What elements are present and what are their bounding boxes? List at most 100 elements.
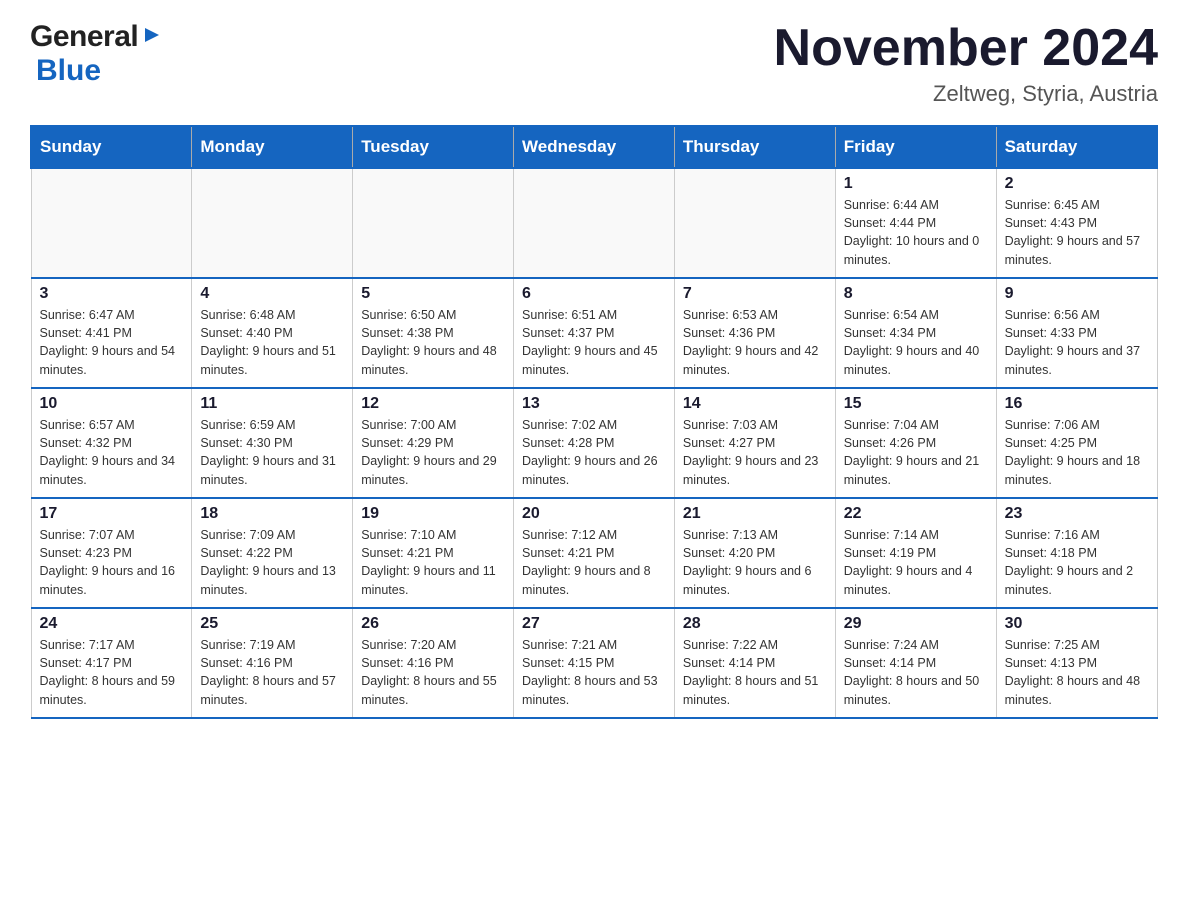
day-info: Sunrise: 7:14 AMSunset: 4:19 PMDaylight:… bbox=[844, 526, 988, 599]
title-block: November 2024 Zeltweg, Styria, Austria bbox=[774, 20, 1158, 107]
day-info: Sunrise: 6:56 AMSunset: 4:33 PMDaylight:… bbox=[1005, 306, 1149, 379]
day-number: 19 bbox=[361, 505, 505, 523]
table-row: 18 Sunrise: 7:09 AMSunset: 4:22 PMDayligh… bbox=[192, 498, 353, 608]
day-info: Sunrise: 7:07 AMSunset: 4:23 PMDaylight:… bbox=[40, 526, 184, 599]
day-info: Sunrise: 6:54 AMSunset: 4:34 PMDaylight:… bbox=[844, 306, 988, 379]
table-row: 10 Sunrise: 6:57 AMSunset: 4:32 PMDayligh… bbox=[31, 388, 192, 498]
table-row: 28 Sunrise: 7:22 AMSunset: 4:14 PMDayligh… bbox=[674, 608, 835, 718]
day-info: Sunrise: 6:51 AMSunset: 4:37 PMDaylight:… bbox=[522, 306, 666, 379]
table-row: 9 Sunrise: 6:56 AMSunset: 4:33 PMDaylight… bbox=[996, 278, 1157, 388]
day-number: 2 bbox=[1005, 175, 1149, 193]
day-info: Sunrise: 6:53 AMSunset: 4:36 PMDaylight:… bbox=[683, 306, 827, 379]
table-row: 22 Sunrise: 7:14 AMSunset: 4:19 PMDayligh… bbox=[835, 498, 996, 608]
day-info: Sunrise: 7:12 AMSunset: 4:21 PMDaylight:… bbox=[522, 526, 666, 599]
table-row bbox=[31, 168, 192, 278]
table-row: 17 Sunrise: 7:07 AMSunset: 4:23 PMDayligh… bbox=[31, 498, 192, 608]
day-info: Sunrise: 7:04 AMSunset: 4:26 PMDaylight:… bbox=[844, 416, 988, 489]
logo-blue-text: Blue bbox=[36, 54, 101, 88]
day-info: Sunrise: 6:48 AMSunset: 4:40 PMDaylight:… bbox=[200, 306, 344, 379]
table-row: 16 Sunrise: 7:06 AMSunset: 4:25 PMDayligh… bbox=[996, 388, 1157, 498]
day-info: Sunrise: 7:03 AMSunset: 4:27 PMDaylight:… bbox=[683, 416, 827, 489]
day-number: 12 bbox=[361, 395, 505, 413]
day-number: 25 bbox=[200, 615, 344, 633]
day-info: Sunrise: 7:20 AMSunset: 4:16 PMDaylight:… bbox=[361, 636, 505, 709]
day-number: 9 bbox=[1005, 285, 1149, 303]
day-info: Sunrise: 7:02 AMSunset: 4:28 PMDaylight:… bbox=[522, 416, 666, 489]
day-number: 17 bbox=[40, 505, 184, 523]
logo: General Blue bbox=[30, 20, 163, 88]
day-number: 16 bbox=[1005, 395, 1149, 413]
day-info: Sunrise: 7:21 AMSunset: 4:15 PMDaylight:… bbox=[522, 636, 666, 709]
day-number: 3 bbox=[40, 285, 184, 303]
calendar-header-row: Sunday Monday Tuesday Wednesday Thursday… bbox=[31, 126, 1157, 168]
day-number: 26 bbox=[361, 615, 505, 633]
table-row: 8 Sunrise: 6:54 AMSunset: 4:34 PMDaylight… bbox=[835, 278, 996, 388]
day-number: 4 bbox=[200, 285, 344, 303]
table-row: 21Sunrise: 7:13 AMSunset: 4:20 PMDayligh… bbox=[674, 498, 835, 608]
day-number: 13 bbox=[522, 395, 666, 413]
col-saturday: Saturday bbox=[996, 126, 1157, 168]
logo-arrow-icon bbox=[141, 24, 163, 51]
col-wednesday: Wednesday bbox=[514, 126, 675, 168]
day-number: 20 bbox=[522, 505, 666, 523]
col-monday: Monday bbox=[192, 126, 353, 168]
day-number: 7 bbox=[683, 285, 827, 303]
table-row: 6 Sunrise: 6:51 AMSunset: 4:37 PMDaylight… bbox=[514, 278, 675, 388]
day-number: 8 bbox=[844, 285, 988, 303]
table-row: 26 Sunrise: 7:20 AMSunset: 4:16 PMDayligh… bbox=[353, 608, 514, 718]
day-info: Sunrise: 7:16 AMSunset: 4:18 PMDaylight:… bbox=[1005, 526, 1149, 599]
calendar-week-row: 1 Sunrise: 6:44 AMSunset: 4:44 PMDaylight… bbox=[31, 168, 1157, 278]
table-row: 14 Sunrise: 7:03 AMSunset: 4:27 PMDayligh… bbox=[674, 388, 835, 498]
day-info: Sunrise: 7:17 AMSunset: 4:17 PMDaylight:… bbox=[40, 636, 184, 709]
table-row bbox=[192, 168, 353, 278]
day-info: Sunrise: 7:22 AMSunset: 4:14 PMDaylight:… bbox=[683, 636, 827, 709]
day-number: 22 bbox=[844, 505, 988, 523]
day-number: 27 bbox=[522, 615, 666, 633]
table-row: 19Sunrise: 7:10 AMSunset: 4:21 PMDayligh… bbox=[353, 498, 514, 608]
day-number: 1 bbox=[844, 175, 988, 193]
calendar-week-row: 3 Sunrise: 6:47 AMSunset: 4:41 PMDaylight… bbox=[31, 278, 1157, 388]
table-row: 29 Sunrise: 7:24 AMSunset: 4:14 PMDayligh… bbox=[835, 608, 996, 718]
table-row: 20 Sunrise: 7:12 AMSunset: 4:21 PMDayligh… bbox=[514, 498, 675, 608]
table-row: 5 Sunrise: 6:50 AMSunset: 4:38 PMDaylight… bbox=[353, 278, 514, 388]
day-number: 5 bbox=[361, 285, 505, 303]
table-row: 24Sunrise: 7:17 AMSunset: 4:17 PMDayligh… bbox=[31, 608, 192, 718]
col-sunday: Sunday bbox=[31, 126, 192, 168]
logo-general-text: General bbox=[30, 20, 138, 54]
day-info: Sunrise: 7:06 AMSunset: 4:25 PMDaylight:… bbox=[1005, 416, 1149, 489]
day-number: 30 bbox=[1005, 615, 1149, 633]
day-number: 23 bbox=[1005, 505, 1149, 523]
page-header: General Blue November 2024 Zeltweg, Styr… bbox=[30, 20, 1158, 107]
day-number: 11 bbox=[200, 395, 344, 413]
table-row bbox=[514, 168, 675, 278]
day-number: 15 bbox=[844, 395, 988, 413]
calendar-week-row: 17 Sunrise: 7:07 AMSunset: 4:23 PMDayligh… bbox=[31, 498, 1157, 608]
table-row: 4 Sunrise: 6:48 AMSunset: 4:40 PMDaylight… bbox=[192, 278, 353, 388]
day-info: Sunrise: 7:09 AMSunset: 4:22 PMDaylight:… bbox=[200, 526, 344, 599]
table-row: 27 Sunrise: 7:21 AMSunset: 4:15 PMDayligh… bbox=[514, 608, 675, 718]
day-number: 29 bbox=[844, 615, 988, 633]
table-row: 7 Sunrise: 6:53 AMSunset: 4:36 PMDaylight… bbox=[674, 278, 835, 388]
day-number: 6 bbox=[522, 285, 666, 303]
day-info: Sunrise: 6:47 AMSunset: 4:41 PMDaylight:… bbox=[40, 306, 184, 379]
day-number: 10 bbox=[40, 395, 184, 413]
month-title: November 2024 bbox=[774, 20, 1158, 77]
day-number: 21 bbox=[683, 505, 827, 523]
day-info: Sunrise: 6:57 AMSunset: 4:32 PMDaylight:… bbox=[40, 416, 184, 489]
table-row: 13 Sunrise: 7:02 AMSunset: 4:28 PMDayligh… bbox=[514, 388, 675, 498]
col-friday: Friday bbox=[835, 126, 996, 168]
day-number: 28 bbox=[683, 615, 827, 633]
day-info: Sunrise: 6:50 AMSunset: 4:38 PMDaylight:… bbox=[361, 306, 505, 379]
table-row: 30Sunrise: 7:25 AMSunset: 4:13 PMDayligh… bbox=[996, 608, 1157, 718]
col-tuesday: Tuesday bbox=[353, 126, 514, 168]
day-info: Sunrise: 6:59 AMSunset: 4:30 PMDaylight:… bbox=[200, 416, 344, 489]
calendar-table: Sunday Monday Tuesday Wednesday Thursday… bbox=[30, 125, 1158, 719]
day-number: 14 bbox=[683, 395, 827, 413]
day-info: Sunrise: 7:24 AMSunset: 4:14 PMDaylight:… bbox=[844, 636, 988, 709]
table-row: 15 Sunrise: 7:04 AMSunset: 4:26 PMDayligh… bbox=[835, 388, 996, 498]
day-number: 18 bbox=[200, 505, 344, 523]
day-info: Sunrise: 7:00 AMSunset: 4:29 PMDaylight:… bbox=[361, 416, 505, 489]
table-row: 11 Sunrise: 6:59 AMSunset: 4:30 PMDayligh… bbox=[192, 388, 353, 498]
day-info: Sunrise: 6:44 AMSunset: 4:44 PMDaylight:… bbox=[844, 196, 988, 269]
table-row: 1 Sunrise: 6:44 AMSunset: 4:44 PMDaylight… bbox=[835, 168, 996, 278]
